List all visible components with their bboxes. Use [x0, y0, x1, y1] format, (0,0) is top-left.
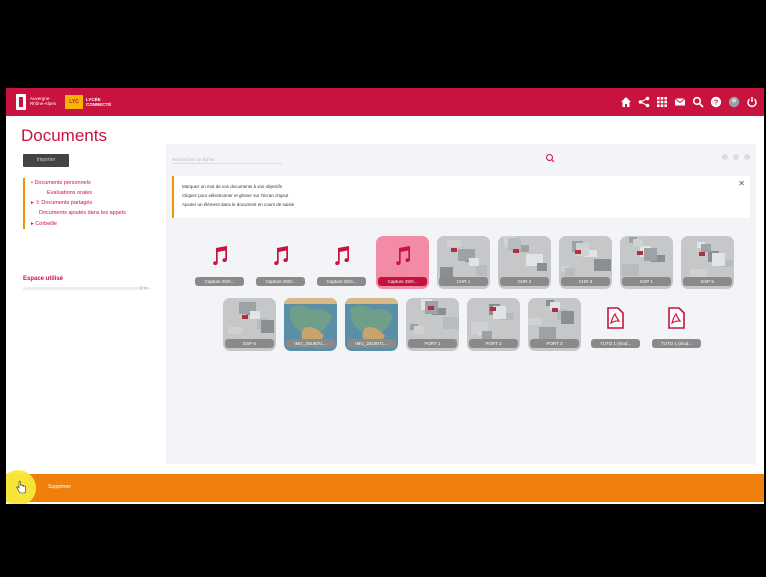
storage-bar [23, 287, 150, 290]
folder-tree: • Documents personnels Evaluations orales… [23, 178, 153, 229]
file-name: Capture 25/0... [378, 277, 427, 286]
mail-icon[interactable] [672, 93, 688, 111]
grid-view-icon[interactable] [733, 154, 739, 160]
music-note-icon [329, 244, 353, 268]
storage-value: 0 % [140, 285, 147, 290]
file-name: IMG_2019071... [347, 339, 396, 348]
list-view-icon[interactable] [722, 154, 728, 160]
file-name: CHR 2 [500, 277, 549, 286]
import-button[interactable]: Importer [23, 154, 69, 167]
file-tile[interactable]: TUTO 1 (mod... [650, 298, 703, 351]
file-name: PORT 3 [530, 339, 579, 348]
tree-item[interactable]: ▸ Corbeille [25, 219, 153, 229]
apps-icon[interactable] [654, 93, 670, 111]
info-banner: Marquez un mot de vos documents à vos ob… [172, 176, 750, 218]
documents-panel: Rechercher un fichier Marquez un mot de … [166, 144, 756, 464]
home-icon[interactable] [618, 93, 634, 111]
close-icon[interactable]: ✕ [738, 179, 745, 188]
file-tile[interactable]: Capture 25/0... [315, 236, 368, 289]
tree-item[interactable]: Evaluations orales [25, 188, 153, 198]
page-title: Documents [21, 126, 107, 145]
file-tile[interactable]: ESP 1 [620, 236, 673, 289]
settings-icon[interactable] [744, 154, 750, 160]
shield-icon [16, 94, 26, 110]
file-tile[interactable]: Capture 25/0... [193, 236, 246, 289]
file-tile[interactable]: IMG_2019071... [284, 298, 337, 351]
top-bar: Auvergne-Rhône-Alpes LYC LYCÉE CONNECTÉ … [6, 88, 764, 116]
file-name: PORT 2 [469, 339, 518, 348]
hand-cursor-icon [16, 480, 26, 494]
file-tile[interactable]: CHR 2 [498, 236, 551, 289]
file-name: IMG_2019071... [286, 339, 335, 348]
lycee-logo-text: LYCÉE CONNECTÉ [86, 97, 112, 107]
file-name: TUTO 1 (mod... [652, 339, 701, 348]
share-icon[interactable] [636, 93, 652, 111]
file-name: ESP 5 [683, 277, 732, 286]
search-icon[interactable] [544, 152, 556, 164]
file-tile[interactable]: PORT 3 [528, 298, 581, 351]
file-tile[interactable]: ESP 5 [681, 236, 734, 289]
power-icon[interactable] [744, 93, 760, 111]
file-tile[interactable]: PORT 1 [406, 298, 459, 351]
file-tile[interactable]: IMG_2019071... [345, 298, 398, 351]
info-line-1: Marquez un mot de vos documents à vos ob… [182, 184, 283, 189]
info-line-3: Ajouter un élément dans le document en c… [182, 202, 295, 207]
region-logo[interactable]: Auvergne-Rhône-Alpes [16, 94, 60, 110]
action-bar: Supprimer [6, 470, 764, 504]
lycee-badge: LYC [65, 95, 83, 109]
lycee-connecte-logo[interactable]: LYC LYCÉE CONNECTÉ [65, 95, 117, 109]
pdf-icon [664, 306, 688, 330]
search-input[interactable]: Rechercher un fichier [172, 157, 282, 164]
file-tile[interactable]: TUTO 1 (mod... [589, 298, 642, 351]
file-tile[interactable]: CHR 3 [559, 236, 612, 289]
search-icon[interactable] [690, 93, 706, 111]
file-name: Capture 25/0... [195, 277, 244, 286]
tree-item[interactable]: • Documents personnels [25, 178, 153, 188]
view-toggles [722, 154, 750, 160]
pdf-icon [603, 306, 627, 330]
file-tile[interactable]: Capture 25/0... [254, 236, 307, 289]
info-line-2: Cliquez pour sélectionner et glisser sur… [182, 193, 289, 198]
file-name: PORT 1 [408, 339, 457, 348]
file-name: ESP 1 [622, 277, 671, 286]
svg-text:?: ? [714, 98, 719, 107]
storage-label: Espace utilisé [23, 276, 64, 282]
file-tile[interactable]: CHR 1 [437, 236, 490, 289]
delete-button[interactable]: Supprimer [48, 484, 71, 490]
tree-item[interactable]: ▸ ⇧ Documents partagés [25, 198, 153, 208]
avatar-icon[interactable] [726, 93, 742, 111]
tree-item[interactable]: Documents ajoutés dans les appels [25, 210, 153, 217]
music-note-icon [390, 244, 414, 268]
file-name: CHR 3 [561, 277, 610, 286]
file-name: Capture 25/0... [256, 277, 305, 286]
app-frame: Auvergne-Rhône-Alpes LYC LYCÉE CONNECTÉ … [6, 88, 764, 504]
music-note-icon [268, 244, 292, 268]
file-tile[interactable]: PORT 2 [467, 298, 520, 351]
file-name: TUTO 1 (mod... [591, 339, 640, 348]
file-name: CHR 1 [439, 277, 488, 286]
file-name: Capture 25/0... [317, 277, 366, 286]
help-icon[interactable]: ? [708, 93, 724, 111]
region-logo-text: Auvergne-Rhône-Alpes [30, 96, 57, 106]
file-name: ESP 6 [225, 339, 274, 348]
file-tile[interactable]: ESP 6 [223, 298, 276, 351]
file-tile[interactable]: Capture 25/0... [376, 236, 429, 289]
music-note-icon [207, 244, 231, 268]
